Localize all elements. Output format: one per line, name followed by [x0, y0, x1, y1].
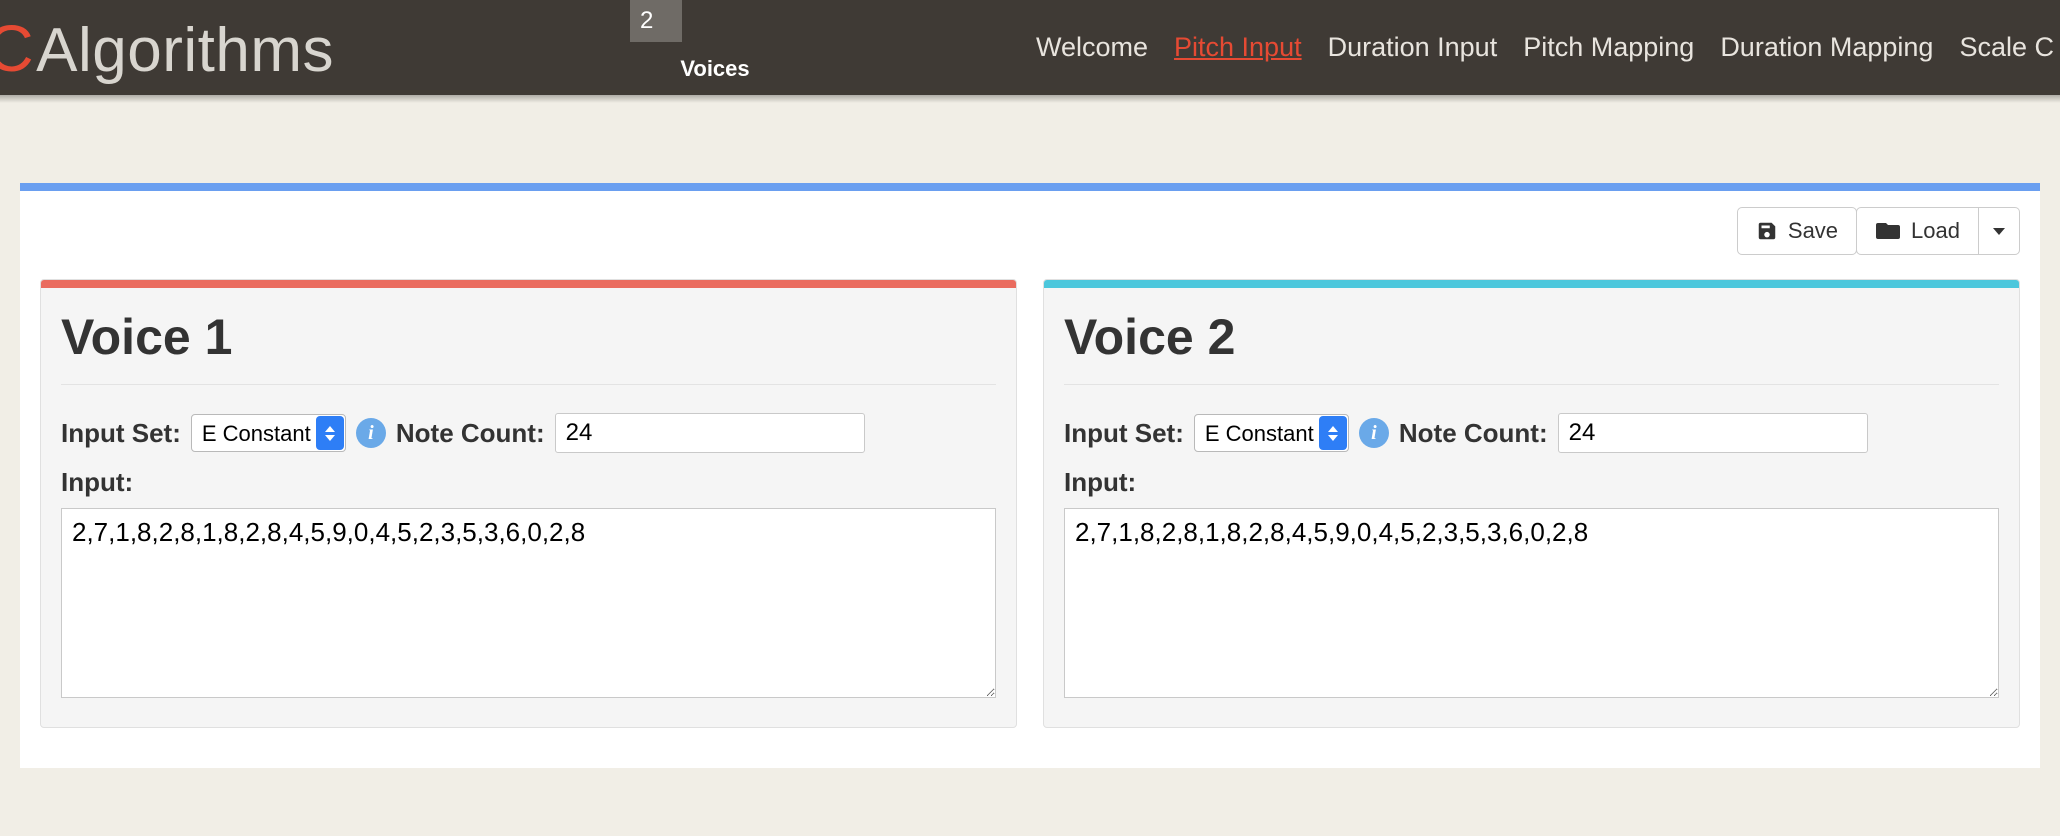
voice-2-body: Voice 2 Input Set: E Constant i Note Cou… [1044, 288, 2019, 727]
brand-text: Algorithms [36, 15, 334, 86]
load-dropdown-toggle[interactable] [1979, 207, 2020, 255]
voice-1-input-set-select[interactable]: E Constant [191, 414, 346, 452]
nav-pitch-mapping[interactable]: Pitch Mapping [1523, 32, 1694, 63]
save-button-label: Save [1788, 218, 1838, 244]
voice-2-input-set-label: Input Set: [1064, 418, 1184, 449]
nav-pitch-input[interactable]: Pitch Input [1174, 32, 1302, 63]
folder-icon [1875, 221, 1901, 241]
voices-row: Voice 1 Input Set: E Constant i Note Cou… [40, 279, 2020, 728]
load-button[interactable]: Load [1856, 207, 1979, 255]
voice-panel-1: Voice 1 Input Set: E Constant i Note Cou… [40, 279, 1017, 728]
top-navbar: CAlgorithms Voices Welcome Pitch Input D… [0, 0, 2060, 95]
voice-1-input-set-label: Input Set: [61, 418, 181, 449]
voice-1-title: Voice 1 [61, 302, 996, 385]
nav-scale[interactable]: Scale C [1959, 32, 2054, 63]
load-button-group: Load [1856, 207, 2020, 255]
voice-1-accent [41, 280, 1016, 288]
info-icon[interactable]: i [1359, 418, 1389, 448]
nav-duration-mapping[interactable]: Duration Mapping [1720, 32, 1933, 63]
voice-2-note-count-label: Note Count: [1399, 418, 1548, 449]
voices-counter: Voices [630, 0, 800, 95]
voice-2-title: Voice 2 [1064, 302, 1999, 385]
voice-2-note-count-input[interactable] [1558, 413, 1868, 453]
main-panel: Save Load Voice 1 Input Set: [20, 183, 2040, 768]
chevron-down-icon [1993, 228, 2005, 235]
brand-prefix: C [0, 10, 34, 86]
voice-1-note-count-input[interactable] [555, 413, 865, 453]
voice-2-input-set-select[interactable]: E Constant [1194, 414, 1349, 452]
voice-panel-2: Voice 2 Input Set: E Constant i Note Cou… [1043, 279, 2020, 728]
save-icon [1756, 220, 1778, 242]
info-icon[interactable]: i [356, 418, 386, 448]
voice-2-input-set-wrap: E Constant [1194, 414, 1349, 452]
voice-2-input-textarea[interactable] [1064, 508, 1999, 698]
voice-1-controls: Input Set: E Constant i Note Count: [61, 413, 996, 453]
voice-1-note-count-label: Note Count: [396, 418, 545, 449]
nav-duration-input[interactable]: Duration Input [1328, 32, 1498, 63]
voice-2-input-label: Input: [1064, 467, 1999, 498]
voice-1-body: Voice 1 Input Set: E Constant i Note Cou… [41, 288, 1016, 727]
nav-links: Welcome Pitch Input Duration Input Pitch… [1036, 0, 2060, 95]
load-button-label: Load [1911, 218, 1960, 244]
voice-1-input-label: Input: [61, 467, 996, 498]
save-button[interactable]: Save [1737, 207, 1857, 255]
voices-count-input[interactable] [630, 0, 682, 42]
voice-1-input-set-wrap: E Constant [191, 414, 346, 452]
voice-1-input-textarea[interactable] [61, 508, 996, 698]
voice-2-accent [1044, 280, 2019, 288]
navbar-shadow [0, 95, 2060, 103]
voice-2-controls: Input Set: E Constant i Note Count: [1064, 413, 1999, 453]
nav-welcome[interactable]: Welcome [1036, 32, 1148, 63]
brand[interactable]: CAlgorithms [0, 10, 334, 86]
voices-count-label: Voices [630, 42, 800, 95]
voices-count-wrap [630, 0, 800, 42]
toolbar: Save Load [40, 207, 2020, 255]
